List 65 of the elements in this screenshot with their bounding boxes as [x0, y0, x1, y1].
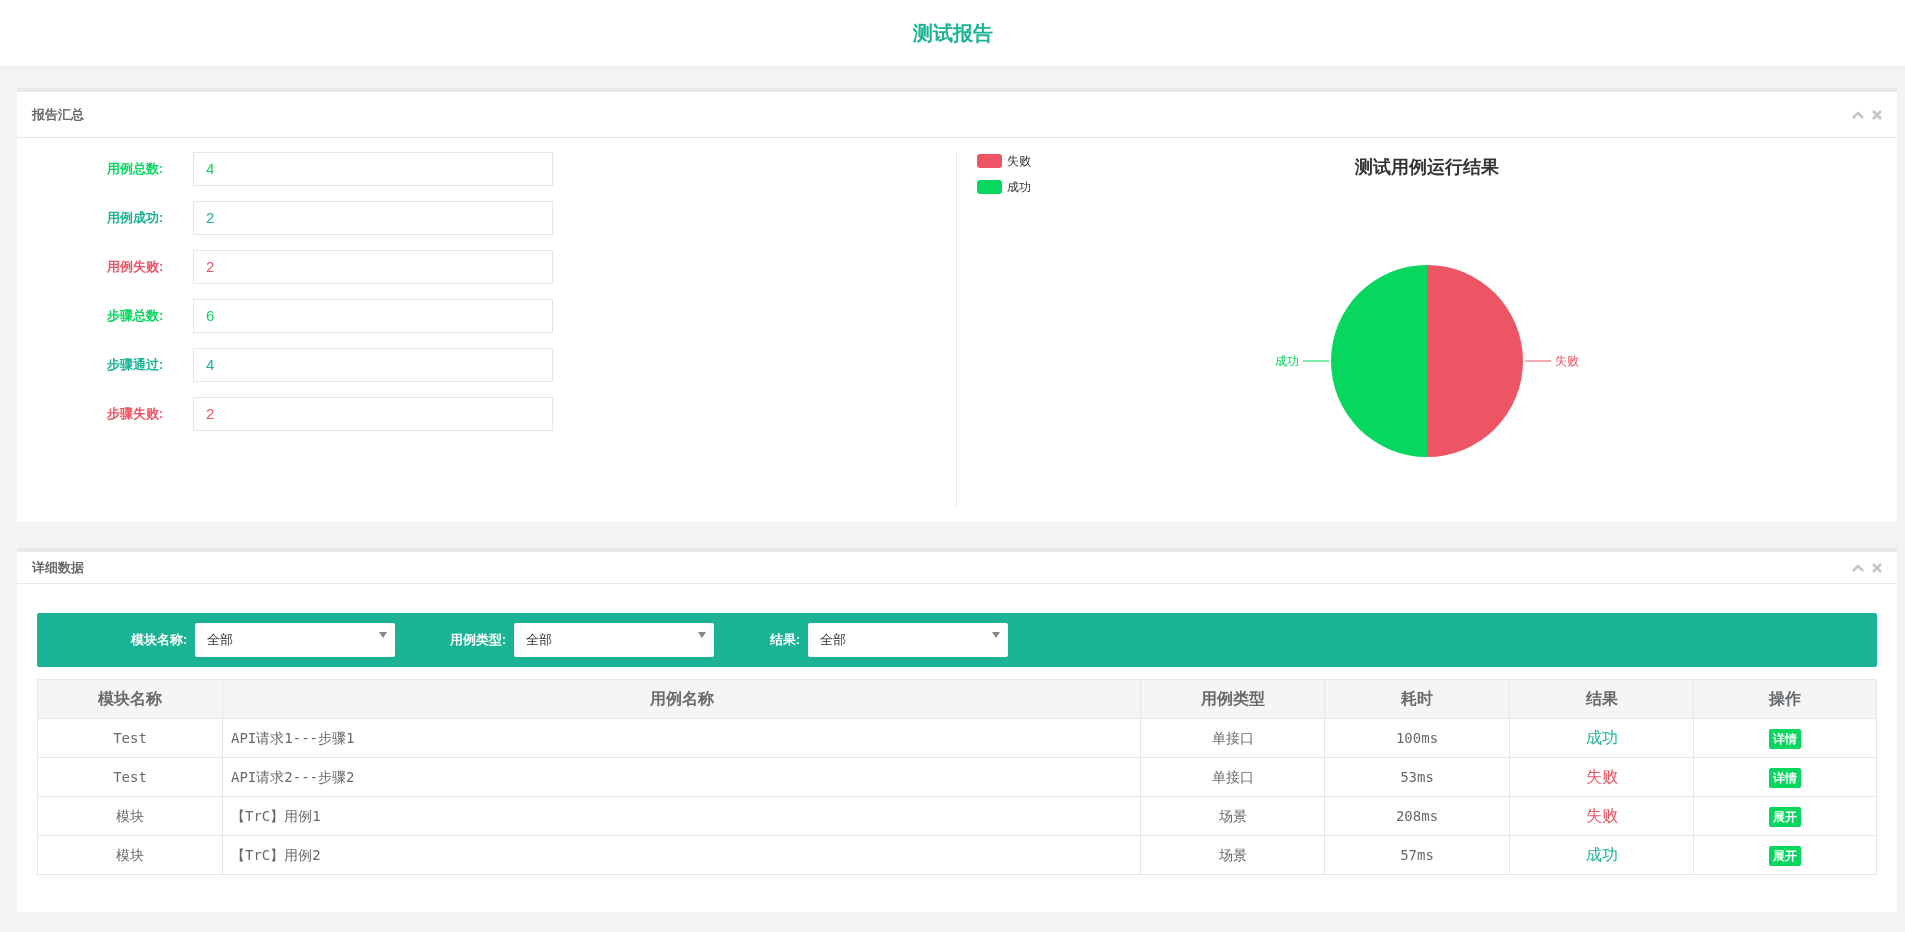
slice-label: 失败 — [1555, 354, 1579, 368]
filter-dropdown[interactable]: 全部 — [514, 623, 714, 657]
collapse-icon[interactable] — [1852, 110, 1864, 119]
action-button[interactable]: 展开 — [1769, 806, 1801, 827]
stat-value-field: 6 — [193, 299, 553, 333]
table-cell: 模块 — [37, 835, 223, 875]
table-cell: 模块 — [37, 796, 223, 836]
page-title: 测试报告 — [912, 21, 993, 46]
caret-icon — [379, 632, 387, 638]
table-cell: 单接口 — [1140, 757, 1325, 797]
stat-label: 步骤总数: — [107, 307, 165, 326]
table-cell: API请求1---步骤1 — [222, 718, 1141, 758]
column-header: 耗时 — [1324, 679, 1510, 719]
stat-label: 用例成功: — [107, 209, 165, 228]
column-header: 操作 — [1693, 679, 1877, 719]
stat-value-field: 4 — [193, 152, 553, 186]
stat-label: 步骤通过: — [107, 356, 165, 375]
table-cell: 场景 — [1140, 835, 1325, 875]
stat-value-field: 2 — [193, 397, 553, 431]
column-header: 模块名称 — [37, 679, 223, 719]
table-cell: 【TrC】用例2 — [222, 835, 1141, 875]
table-cell: API请求2---步骤2 — [222, 757, 1141, 797]
action-button[interactable]: 详情 — [1769, 767, 1801, 788]
table-cell: 208ms — [1324, 796, 1510, 836]
column-header: 用例名称 — [222, 679, 1141, 719]
close-icon[interactable] — [1872, 109, 1882, 120]
column-header: 用例类型 — [1140, 679, 1325, 719]
stat-label: 用例失败: — [107, 258, 165, 277]
filter-dropdown[interactable]: 全部 — [808, 623, 1008, 657]
table-cell: 100ms — [1324, 718, 1510, 758]
stat-label: 用例总数: — [107, 160, 165, 179]
slice-label: 成功 — [1275, 354, 1299, 368]
chart-title: 测试用例运行结果 — [1355, 156, 1499, 179]
stat-value-field: 2 — [193, 250, 553, 284]
caret-icon — [992, 632, 1000, 638]
leader-line — [1524, 360, 1552, 362]
table-cell: 53ms — [1324, 757, 1510, 797]
table-cell: Test — [37, 718, 223, 758]
action-button[interactable]: 展开 — [1769, 845, 1801, 866]
filter-label: 模块名称: — [129, 631, 188, 650]
caret-icon — [698, 632, 706, 638]
table-cell: 【TrC】用例1 — [222, 796, 1141, 836]
table-cell: Test — [37, 757, 223, 797]
result-cell: 失败 — [1509, 796, 1694, 836]
table-cell: 场景 — [1140, 796, 1325, 836]
stat-value-field: 2 — [193, 201, 553, 235]
stat-label: 步骤失败: — [107, 405, 165, 424]
stat-value-field: 4 — [193, 348, 553, 382]
result-cell: 失败 — [1509, 757, 1694, 797]
leader-line — [1302, 360, 1330, 362]
filter-label: 用例类型: — [448, 631, 507, 650]
table-cell: 单接口 — [1140, 718, 1325, 758]
action-button[interactable]: 详情 — [1769, 728, 1801, 749]
close-icon[interactable] — [1872, 562, 1882, 573]
result-cell: 成功 — [1509, 835, 1694, 875]
filter-label: 结果: — [768, 631, 801, 650]
legend-label: 成功 — [1007, 179, 1031, 196]
result-cell: 成功 — [1509, 718, 1694, 758]
filter-dropdown[interactable]: 全部 — [195, 623, 395, 657]
column-header: 结果 — [1509, 679, 1694, 719]
collapse-icon[interactable] — [1852, 563, 1864, 572]
panel-title: 详细数据 — [32, 558, 84, 577]
table-cell: 57ms — [1324, 835, 1510, 875]
panel-title: 报告汇总 — [32, 105, 84, 124]
legend-label: 失败 — [1007, 153, 1031, 170]
